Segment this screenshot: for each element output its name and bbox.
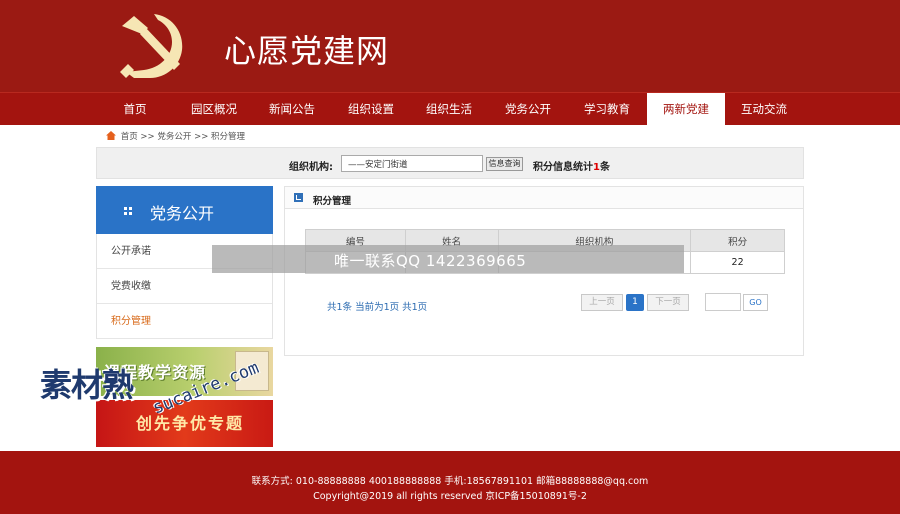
sidebar-item-dues[interactable]: 党费收缴: [97, 269, 272, 304]
sidebar-header: 党务公开: [96, 186, 273, 234]
site-footer: 联系方式: 010-88888888 400188888888 手机:18567…: [0, 451, 900, 514]
panel-icon: [294, 193, 303, 202]
breadcrumb-current: 积分管理: [211, 132, 246, 142]
stats-label: 积分信息统计1条: [533, 158, 610, 173]
search-bar: 组织机构: 信息查询 积分信息统计1条: [96, 147, 804, 179]
sidebar-item-points[interactable]: 积分管理: [97, 304, 272, 339]
hammer-sickle-icon: [120, 14, 183, 78]
stats-prefix: 积分信息统计: [533, 162, 593, 173]
page-jump-input[interactable]: [705, 293, 741, 311]
main-nav: 首页 园区概况 新闻公告 组织设置 组织生活 党务公开 学习教育 两新党建 互动…: [0, 92, 900, 126]
next-page-button[interactable]: 下一页: [647, 294, 689, 311]
nav-item-affairs[interactable]: 党务公开: [489, 93, 567, 126]
org-label: 组织机构:: [289, 162, 333, 173]
stats-suffix: 条: [599, 162, 610, 173]
breadcrumb: 首页 >> 党务公开 >> 积分管理: [106, 130, 245, 142]
site-header: 心愿党建网: [0, 0, 900, 92]
content-title: 积分管理: [313, 196, 352, 207]
grid-icon: [124, 207, 132, 215]
watermark-text: 唯一联系QQ 1422369665: [334, 252, 527, 270]
watermark-bar: 唯一联系QQ 1422369665: [212, 245, 684, 273]
org-input[interactable]: [341, 155, 483, 172]
breadcrumb-section[interactable]: 党务公开: [157, 132, 191, 142]
breadcrumb-separator: >>: [140, 132, 155, 142]
nav-item-park[interactable]: 园区概况: [175, 93, 253, 126]
go-button[interactable]: GO: [743, 294, 768, 311]
cell-points: 22: [690, 251, 785, 274]
breadcrumb-separator: >>: [194, 132, 209, 142]
prev-page-button[interactable]: 上一页: [581, 294, 623, 311]
breadcrumb-home[interactable]: 首页: [121, 132, 138, 142]
nav-item-news[interactable]: 新闻公告: [253, 93, 331, 126]
col-header-points: 积分: [690, 229, 785, 252]
content-header: 积分管理: [285, 187, 803, 209]
page-1-button[interactable]: 1: [626, 294, 644, 311]
nav-item-home[interactable]: 首页: [96, 93, 174, 126]
footer-contact: 联系方式: 010-88888888 400188888888 手机:18567…: [251, 476, 649, 487]
search-button[interactable]: 信息查询: [486, 157, 523, 171]
nav-item-two-new[interactable]: 两新党建: [647, 93, 725, 126]
nav-item-org-life[interactable]: 组织生活: [410, 93, 488, 126]
sidebar-title: 党务公开: [150, 204, 215, 223]
watermark-logo: 素材熟: [40, 366, 134, 404]
nav-item-study[interactable]: 学习教育: [568, 93, 646, 126]
nav-item-interaction[interactable]: 互动交流: [725, 93, 803, 126]
site-title: 心愿党建网: [224, 32, 390, 70]
home-icon: [106, 131, 116, 140]
nav-item-organization[interactable]: 组织设置: [332, 93, 410, 126]
banner-label: 创先争优专题: [136, 414, 245, 433]
footer-copyright: Copyright@2019 all rights reserved 京ICP备…: [313, 491, 587, 502]
pager-info: 共1条 当前为1页 共1页: [327, 302, 428, 313]
stats-count: 1: [593, 162, 600, 173]
